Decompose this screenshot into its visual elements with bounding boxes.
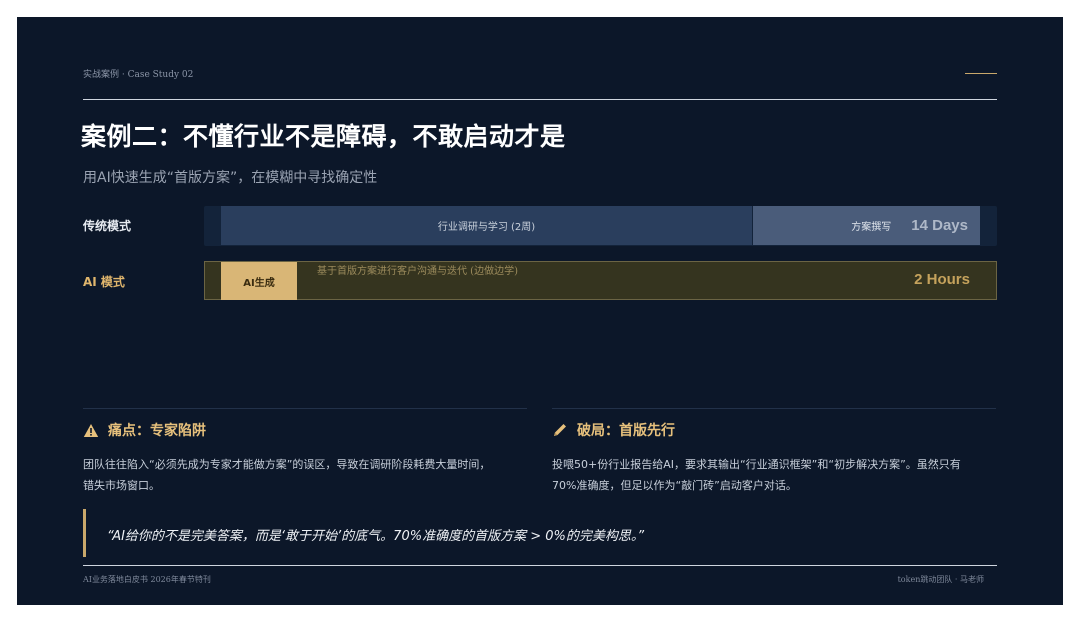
page-subtitle: 用AI快速生成“首版方案”，在模糊中寻找确定性 (83, 170, 378, 186)
breakthrough-card-body: 投喂50+份行业报告给AI，要求其输出“行业通识框架”和“初步解决方案”。虽然只… (552, 454, 1002, 496)
writing-label: 方案撰写 (851, 222, 892, 233)
traditional-duration: 14 Days (911, 217, 968, 234)
ai-generate-label: AI生成 (243, 277, 275, 289)
breakthrough-card-divider (552, 408, 996, 409)
page-title: 案例二：不懂行业不是障碍，不敢启动才是 (81, 122, 566, 151)
warning-icon (83, 423, 99, 437)
case-kicker: 实战案例 · Case Study 02 (83, 70, 194, 80)
breakthrough-card-heading: 破局：首版先行 (552, 420, 675, 440)
breakthrough-card-text-line: 投喂50+份行业报告给AI，要求其输出“行业通识框架”和“初步解决方案”。虽然只… (552, 458, 961, 471)
research-label: 行业调研与学习 (2周) (437, 222, 536, 233)
ai-mode-label: AI 模式 (83, 275, 125, 289)
accent-line (965, 73, 997, 74)
pencil-icon (554, 424, 566, 436)
quote-accent-bar (83, 509, 86, 557)
header-divider (83, 99, 997, 100)
pain-card-divider (83, 408, 527, 409)
pain-card-title: 痛点：专家陷阱 (108, 423, 206, 439)
breakthrough-card-text-line: 70%准确度，但足以作为“敲门砖”启动客户对话。 (552, 479, 797, 492)
footer-divider (83, 565, 997, 566)
research-segment: 行业调研与学习 (2周) (221, 206, 752, 245)
slide: 实战案例 · Case Study 02 案例二：不懂行业不是障碍，不敢启动才是… (17, 17, 1063, 605)
ai-iterate-label: 基于首版方案进行客户沟通与迭代 (边做边学) (317, 266, 518, 277)
pain-card-text-line: 团队往往陷入“必须先成为专家才能做方案”的误区，导致在调研阶段耗费大量时间， (83, 458, 491, 471)
writing-segment: 方案撰写 14 Days (753, 206, 980, 245)
traditional-mode-label: 传统模式 (83, 219, 132, 233)
pain-card-text-line: 错失市场窗口。 (83, 479, 160, 492)
breakthrough-card-title: 破局：首版先行 (577, 423, 675, 439)
key-quote: “AI给你的不是完美答案，而是‘敢于开始’的底气。70%准确度的首版方案 > 0… (107, 529, 645, 544)
footer-right: token跳动团队 · 马老师 (897, 575, 984, 584)
pain-card-body: 团队往往陷入“必须先成为专家才能做方案”的误区，导致在调研阶段耗费大量时间， 错… (83, 454, 533, 496)
footer-left: AI业务落地白皮书 2026年春节特刊 (83, 575, 211, 584)
ai-duration: 2 Hours (914, 271, 970, 288)
ai-generate-segment: AI生成 (221, 262, 297, 300)
pain-card-heading: 痛点：专家陷阱 (83, 420, 206, 440)
